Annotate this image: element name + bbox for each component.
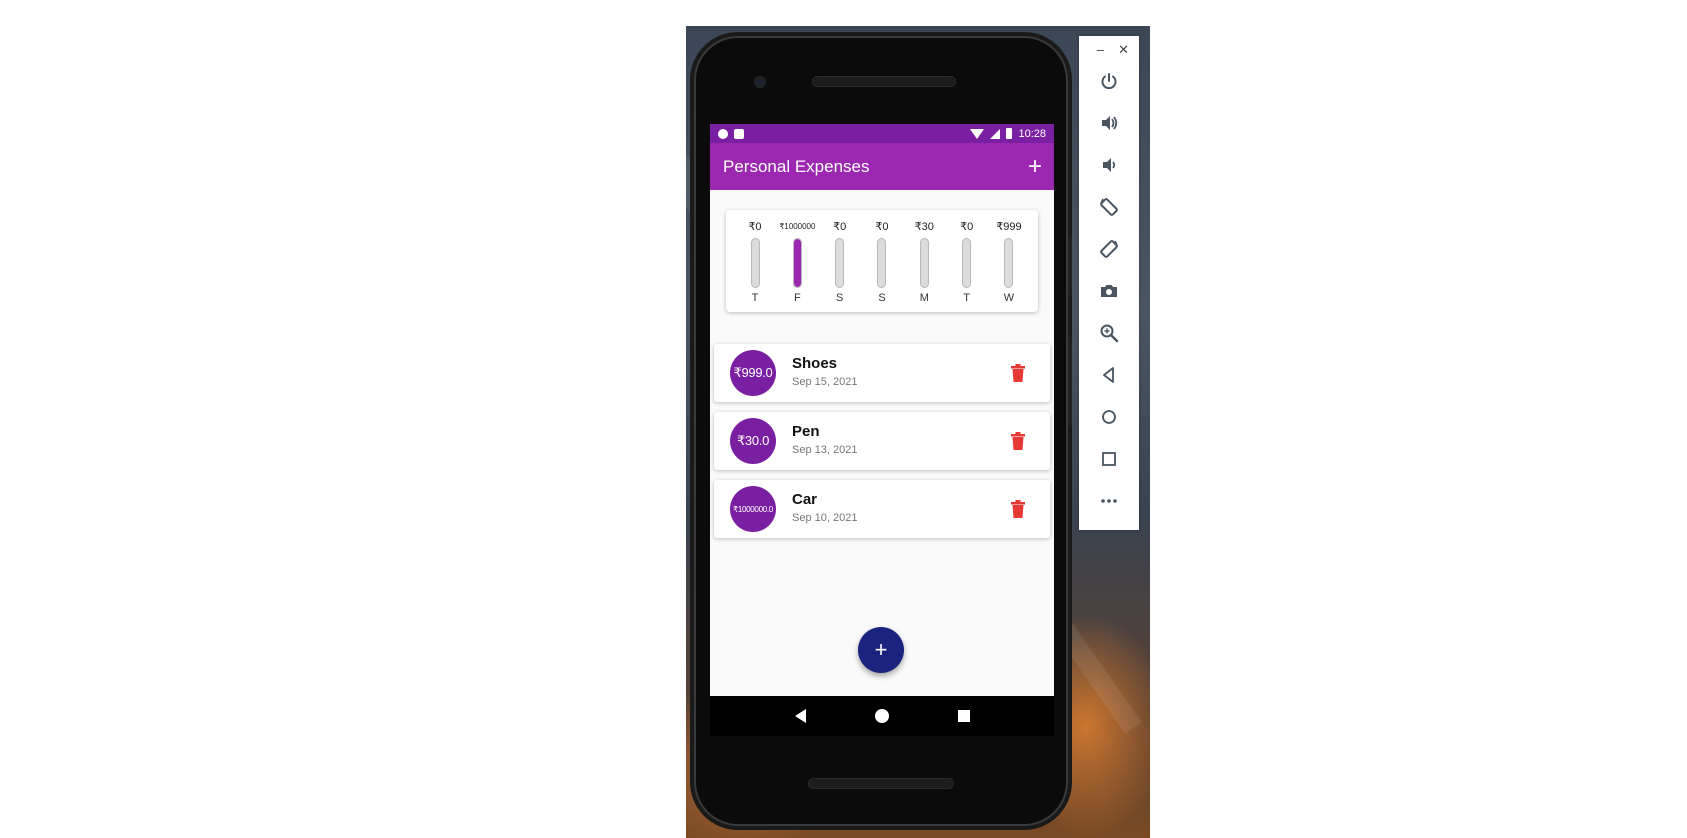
bar-amount-label: ₹0 xyxy=(960,220,974,233)
transaction-date: Sep 10, 2021 xyxy=(792,512,858,524)
nav-recents-icon[interactable] xyxy=(957,710,970,722)
bar-day-label: F xyxy=(793,292,801,304)
amount-avatar: ₹1000000.0 xyxy=(730,486,776,532)
volume-down-icon[interactable] xyxy=(1079,144,1139,186)
bar-track xyxy=(792,238,802,288)
bar-day-label: S xyxy=(878,292,886,304)
status-time: 10:28 xyxy=(1018,127,1046,140)
add-fab-button[interactable]: + xyxy=(858,627,904,673)
power-side-button xyxy=(1068,236,1072,296)
bar-track xyxy=(919,238,929,288)
transaction-title: Pen xyxy=(792,423,820,440)
chart-bar-column: ₹30 M xyxy=(903,218,945,305)
chart-bar-column: ₹1000000 F xyxy=(776,218,818,305)
bar-amount-label: ₹999 xyxy=(996,220,1022,233)
app-bar: Personal Expenses + xyxy=(710,143,1054,190)
bar-track xyxy=(750,238,760,288)
nav-home-icon[interactable] xyxy=(874,709,889,723)
bar-amount-label: ₹0 xyxy=(833,220,847,233)
add-transaction-button[interactable]: + xyxy=(1028,154,1042,179)
bar-track xyxy=(1004,238,1014,288)
home-icon[interactable] xyxy=(1079,396,1139,438)
signal-icon xyxy=(990,128,1001,139)
chart-bar-column: ₹0 S xyxy=(819,218,861,305)
transaction-title: Shoes xyxy=(792,355,838,372)
emulator-toolbar: – ✕ xyxy=(1079,36,1139,530)
camera-icon[interactable] xyxy=(1079,270,1139,312)
bar-track xyxy=(962,238,972,288)
page-title: Personal Expenses xyxy=(723,156,870,176)
delete-icon[interactable] xyxy=(1011,364,1025,382)
transaction-date: Sep 15, 2021 xyxy=(792,376,858,388)
amount-avatar: ₹999.0 xyxy=(730,350,776,396)
chart-bars: ₹0 T ₹1000000 F ₹0 S ₹0 S ₹30 M ₹0 T ₹999 W xyxy=(734,218,1030,305)
transaction-item[interactable]: ₹999.0 Shoes Sep 15, 2021 xyxy=(714,344,1050,402)
minimize-button[interactable]: – xyxy=(1097,42,1104,60)
wifi-icon xyxy=(970,128,985,139)
bar-day-label: S xyxy=(835,292,844,304)
chart-bar-column: ₹999 W xyxy=(988,218,1030,305)
transaction-title: Car xyxy=(792,491,818,508)
bar-day-label: T xyxy=(751,292,759,304)
android-nav-bar xyxy=(710,696,1054,736)
weekly-chart-card: ₹0 T ₹1000000 F ₹0 S ₹0 S ₹30 M ₹0 T ₹999 W xyxy=(726,210,1038,312)
sd-card-icon xyxy=(734,128,744,139)
zoom-icon[interactable] xyxy=(1079,312,1139,354)
delete-icon[interactable] xyxy=(1011,432,1025,450)
back-icon[interactable] xyxy=(1079,354,1139,396)
chart-bar-column: ₹0 S xyxy=(861,218,903,305)
close-button[interactable]: ✕ xyxy=(1118,42,1129,60)
bar-day-label: M xyxy=(919,292,929,304)
rotate-right-icon[interactable] xyxy=(1079,228,1139,270)
amount-avatar: ₹30.0 xyxy=(730,418,776,464)
nav-back-icon[interactable] xyxy=(794,709,806,723)
bar-day-label: T xyxy=(963,292,970,304)
transaction-item[interactable]: ₹30.0 Pen Sep 13, 2021 xyxy=(714,412,1050,470)
bar-fill xyxy=(793,239,801,287)
camera-icon xyxy=(754,76,766,88)
bar-amount-label: ₹0 xyxy=(748,220,762,233)
power-icon[interactable] xyxy=(1079,60,1139,102)
phone-frame: 10:28 Personal Expenses + ₹0 T ₹1000000 F ₹0… xyxy=(694,36,1072,826)
app-screen: 10:28 Personal Expenses + ₹0 T ₹1000000 F ₹0… xyxy=(710,124,1054,696)
bar-track xyxy=(835,238,845,288)
bottom-speaker xyxy=(808,778,954,789)
delete-icon[interactable] xyxy=(1011,500,1025,518)
volume-side-button xyxy=(1068,336,1072,426)
bar-amount-label: ₹1000000 xyxy=(779,221,816,231)
bar-track xyxy=(877,238,887,288)
chart-bar-column: ₹0 T xyxy=(734,218,776,305)
status-bar: 10:28 xyxy=(710,124,1054,143)
chart-bar-column: ₹0 T xyxy=(946,218,988,305)
transaction-item[interactable]: ₹1000000.0 Car Sep 10, 2021 xyxy=(714,480,1050,538)
bar-day-label: W xyxy=(1003,292,1015,304)
more-icon[interactable] xyxy=(1079,480,1139,522)
transaction-date: Sep 13, 2021 xyxy=(792,444,858,456)
rotate-left-icon[interactable] xyxy=(1079,186,1139,228)
battery-icon xyxy=(1006,128,1013,139)
notification-icon xyxy=(718,128,728,139)
bar-amount-label: ₹30 xyxy=(914,220,934,233)
bar-amount-label: ₹0 xyxy=(875,220,889,233)
earpiece-speaker xyxy=(812,76,956,87)
volume-up-icon[interactable] xyxy=(1079,102,1139,144)
overview-icon[interactable] xyxy=(1079,438,1139,480)
